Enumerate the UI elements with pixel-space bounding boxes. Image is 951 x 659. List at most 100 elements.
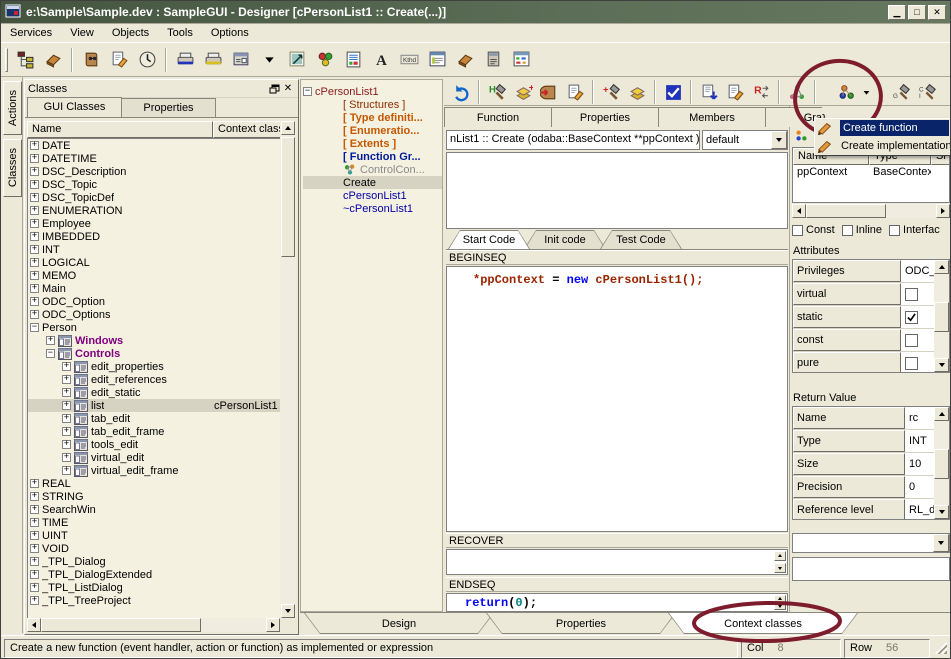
property-name[interactable]: Type (793, 430, 905, 452)
tree-item[interactable]: +listcPersonList1 (28, 399, 280, 412)
tree-item[interactable]: +_TPL_Dialog (28, 555, 280, 568)
menu-item-create-implementation[interactable]: Create implementation (815, 137, 951, 155)
menu-item-create-function[interactable]: Create function (815, 119, 951, 137)
add-stack-icon[interactable]: + (510, 80, 536, 104)
expand-icon[interactable]: + (62, 466, 71, 475)
property-name[interactable]: virtual (793, 283, 901, 305)
create-function-icon[interactable] (834, 80, 860, 104)
printer-blue-icon[interactable] (171, 46, 199, 74)
edit-source-icon[interactable] (562, 80, 588, 104)
tree-item[interactable]: +TIME (28, 516, 280, 529)
tree-item[interactable]: ControlCon... (303, 163, 442, 176)
property-value[interactable] (901, 352, 934, 373)
expand-icon[interactable]: + (62, 427, 71, 436)
tree-item[interactable]: +INT (28, 243, 280, 256)
maximize-button[interactable]: □ (908, 5, 926, 20)
parameter-row[interactable]: ppContextBaseContext (793, 165, 949, 180)
tree-item[interactable]: +virtual_edit_frame (28, 464, 280, 477)
expand-icon[interactable]: + (62, 453, 71, 462)
tree-item[interactable]: +ODC_Option (28, 295, 280, 308)
grid-scrollbar[interactable] (934, 260, 949, 372)
tree-item[interactable]: +DSC_TopicDef (28, 191, 280, 204)
expand-icon[interactable]: + (30, 570, 39, 579)
expand-icon[interactable]: + (30, 206, 39, 215)
expand-icon[interactable]: + (30, 271, 39, 280)
expand-icon[interactable]: + (30, 557, 39, 566)
tree-item[interactable]: +Employee (28, 217, 280, 230)
tree-item[interactable]: +UINT (28, 529, 280, 542)
function-description-area[interactable] (446, 152, 788, 229)
expand-icon[interactable]: + (30, 154, 39, 163)
menu-objects[interactable]: Objects (103, 25, 158, 41)
tree-item[interactable]: ~cPersonList1 (303, 202, 442, 215)
save-icon[interactable] (660, 80, 686, 104)
menu-services[interactable]: Services (1, 25, 61, 41)
property-name[interactable]: Name (793, 407, 905, 429)
expand-icon[interactable]: + (30, 583, 39, 592)
expand-icon[interactable]: + (30, 596, 39, 605)
tab-init-code[interactable]: Init code (524, 230, 606, 249)
checkbox-inline[interactable] (842, 225, 853, 236)
scroll-down-icon[interactable] (774, 603, 786, 611)
side-tab-classes[interactable]: Classes (3, 139, 22, 197)
property-value[interactable]: 10 (905, 453, 934, 475)
expand-icon[interactable]: + (62, 440, 71, 449)
tree-item[interactable]: +edit_references (28, 373, 280, 386)
tree-item[interactable]: +virtual_edit (28, 451, 280, 464)
form-window-icon[interactable] (227, 46, 255, 74)
close-button[interactable]: ✕ (928, 5, 946, 20)
property-row[interactable]: PrivilegesODC_... (793, 260, 949, 283)
implementation-combobox[interactable]: default (702, 130, 788, 150)
bottom-tab-design[interactable]: Design (304, 613, 494, 634)
grid-scrollbar[interactable] (934, 407, 949, 519)
create-implementation-icon[interactable]: CI (915, 80, 941, 104)
function-signature-field[interactable]: nList1 :: Create (odaba::BaseContext **p… (446, 130, 700, 150)
minimize-button[interactable]: ▁ (888, 5, 906, 20)
tree-item[interactable]: +DATETIME (28, 152, 280, 165)
expand-icon[interactable]: + (30, 193, 39, 202)
expand-icon[interactable]: + (62, 362, 71, 371)
tree-item[interactable]: −Person (28, 321, 280, 334)
collapse-icon[interactable]: − (30, 323, 39, 332)
printer-yellow-icon[interactable] (199, 46, 227, 74)
tree-item[interactable]: cPersonList1 (303, 189, 442, 202)
side-tab-actions[interactable]: Actions (3, 81, 22, 135)
tree-item[interactable]: +Windows (28, 334, 280, 347)
property-name[interactable]: static (793, 306, 901, 328)
scroll-up-icon[interactable] (774, 595, 786, 603)
tree-item[interactable]: +REAL (28, 477, 280, 490)
tree-item[interactable]: [ Extents ] (303, 137, 442, 150)
expand-icon[interactable]: + (30, 492, 39, 501)
tree-item[interactable]: +_TPL_DialogExtended (28, 568, 280, 581)
expand-icon[interactable]: + (30, 167, 39, 176)
end-code-editor[interactable]: return(0); (446, 593, 788, 612)
menu-options[interactable]: Options (202, 25, 258, 41)
column-header-name[interactable]: Name (27, 121, 213, 138)
expand-icon[interactable]: + (46, 336, 55, 345)
tree-item[interactable]: +VOID (28, 542, 280, 555)
property-value[interactable] (901, 329, 934, 351)
tree-item[interactable]: +DSC_Description (28, 165, 280, 178)
tab-start-code[interactable]: Start Code (448, 230, 530, 249)
tree-item[interactable]: +IMBEDDED (28, 230, 280, 243)
load-document-icon[interactable] (696, 80, 722, 104)
property-row[interactable]: Namerc (793, 407, 949, 430)
property-row[interactable]: pure (793, 352, 949, 373)
classes-vertical-scrollbar[interactable] (280, 121, 296, 618)
tab-properties[interactable]: Properties (121, 98, 216, 117)
server-icon[interactable] (479, 46, 507, 74)
recover-code-editor[interactable] (446, 549, 788, 575)
paint-icon[interactable] (311, 46, 339, 74)
tab-test-code[interactable]: Test Code (600, 230, 682, 249)
style-button-icon[interactable]: Kthd (395, 46, 423, 74)
checkbox-const[interactable] (792, 225, 803, 236)
checkbox-pure[interactable] (905, 357, 918, 370)
window-grid-icon[interactable] (507, 46, 535, 74)
tree-item[interactable]: +LOGICAL (28, 256, 280, 269)
property-name[interactable]: pure (793, 352, 901, 373)
tree-item[interactable]: +tools_edit (28, 438, 280, 451)
checkbox-virtual[interactable] (905, 288, 918, 301)
tree-item[interactable]: +DSC_Topic (28, 178, 280, 191)
tree-item[interactable]: +MEMO (28, 269, 280, 282)
bottom-tab-properties[interactable]: Properties (486, 613, 676, 634)
